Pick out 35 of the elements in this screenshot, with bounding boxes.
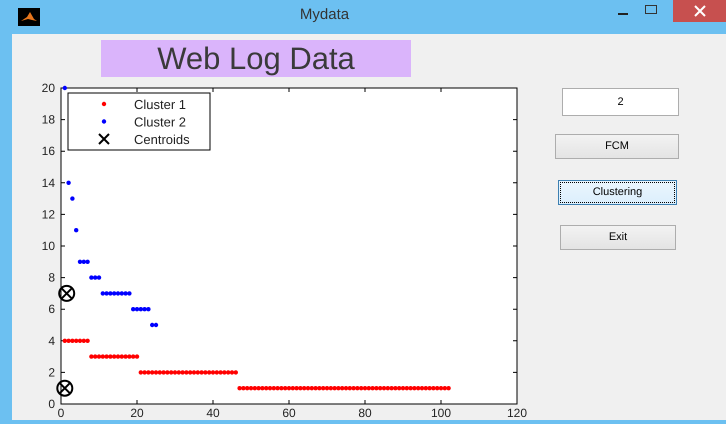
action-button[interactable]: Clustering — [558, 180, 677, 205]
tick-label: 18 — [42, 112, 55, 127]
tick-label: 2 — [48, 365, 55, 380]
tick-label: 14 — [42, 176, 55, 190]
legend-marker-icon — [98, 133, 110, 145]
window-title: Mydata — [300, 6, 350, 23]
plot-heading: Web Log Data — [101, 40, 411, 77]
tick-label: 4 — [48, 334, 55, 348]
tick-label: 60 — [282, 406, 296, 418]
cluster-count-field[interactable]: 2 — [562, 88, 679, 116]
centroid-marker — [58, 284, 76, 302]
tick-label: 16 — [42, 144, 55, 158]
tick-label: 8 — [48, 270, 55, 285]
tick-label: 0 — [48, 397, 55, 411]
legend-label: Centroids — [134, 132, 190, 147]
tick-label: 0 — [58, 406, 64, 418]
centroid-marker — [56, 380, 74, 397]
tick-label: 40 — [206, 406, 220, 418]
legend-label: Cluster 2 — [134, 114, 186, 130]
action-button[interactable]: FCM — [555, 134, 679, 159]
tick-label: 20 — [130, 406, 144, 418]
legend-label: Cluster 1 — [134, 97, 186, 112]
legend-marker — [102, 119, 106, 124]
tick-label: 20 — [42, 81, 55, 95]
action-button[interactable]: Exit — [560, 225, 676, 250]
tick-label: 80 — [358, 406, 372, 418]
legend-marker — [102, 102, 106, 106]
tick-label: 120 — [506, 406, 528, 418]
close-icon — [694, 5, 706, 17]
tick-label: 100 — [430, 406, 452, 418]
tick-label: 10 — [42, 239, 55, 253]
tick-label: 12 — [42, 207, 55, 222]
tick-label: 6 — [48, 302, 55, 316]
app-logo-icon — [18, 8, 40, 26]
close-button[interactable] — [673, 0, 726, 22]
